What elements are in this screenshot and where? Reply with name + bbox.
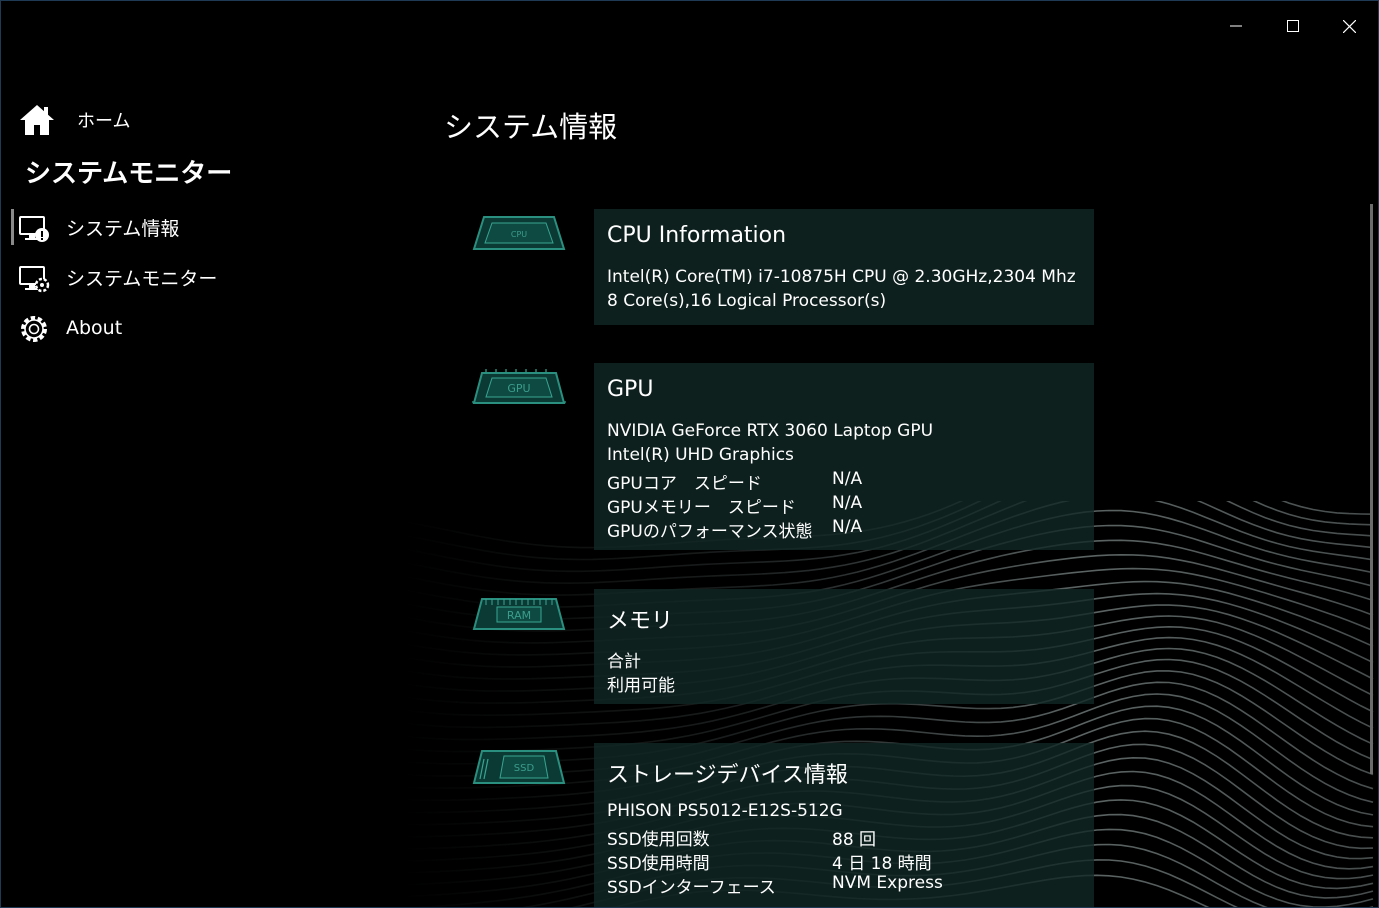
window-controls xyxy=(1207,1,1378,53)
gpu-card-title: GPU xyxy=(607,377,654,402)
nav-item-about[interactable]: About xyxy=(1,306,381,350)
close-icon xyxy=(1343,19,1356,33)
app-title: システムモニター xyxy=(25,159,233,189)
memory-info-card: メモリ 合計 利用可能 xyxy=(594,589,1094,704)
nav-item-system-monitor[interactable]: システムモニター xyxy=(1,255,381,299)
gear-icon xyxy=(21,316,47,342)
cpu-card-title: CPU Information xyxy=(607,223,787,248)
gpu-chip-label: GPU xyxy=(507,382,530,395)
ssd-chip-icon: SSD xyxy=(472,750,566,784)
home-icon xyxy=(20,105,54,135)
ssd-power-count-label: SSD使用回数 xyxy=(607,830,710,850)
cpu-cores: 8 Core(s),16 Logical Processor(s) xyxy=(607,291,887,311)
ram-chip-label: RAM xyxy=(507,609,531,622)
system-monitor-icon xyxy=(19,266,50,293)
minimize-button[interactable] xyxy=(1207,1,1264,51)
memory-total-label: 合計 xyxy=(607,652,641,672)
cpu-model: Intel(R) Core(TM) i7-10875H CPU @ 2.30GH… xyxy=(607,267,1076,287)
ssd-model: PHISON PS5012-E12S-512G xyxy=(607,801,843,821)
ssd-power-count-value: 88 回 xyxy=(832,830,877,850)
home-label: ホーム xyxy=(77,111,131,132)
gpu-memory-speed-value: N/A xyxy=(832,493,863,513)
close-button[interactable] xyxy=(1321,1,1378,51)
vertical-scrollbar[interactable] xyxy=(1370,204,1373,774)
storage-card-title: ストレージデバイス情報 xyxy=(607,763,848,788)
gpu-performance-state-value: N/A xyxy=(832,517,863,537)
ssd-usage-time-label: SSD使用時間 xyxy=(607,854,710,874)
gpu-performance-state-label: GPUのパフォーマンス状態 xyxy=(607,522,813,542)
maximize-button[interactable] xyxy=(1264,1,1321,51)
gpu-name-1: NVIDIA GeForce RTX 3060 Laptop GPU xyxy=(607,421,934,441)
selection-indicator xyxy=(11,209,14,245)
minimize-icon xyxy=(1229,25,1242,27)
nav-label-system-monitor: システムモニター xyxy=(66,267,218,290)
memory-card-title: メモリ xyxy=(607,609,674,634)
nav-label-system-info: システム情報 xyxy=(66,217,180,240)
maximize-icon xyxy=(1286,20,1299,32)
home-link[interactable]: ホーム xyxy=(19,104,130,136)
page-title: システム情報 xyxy=(444,110,618,144)
gpu-core-speed-value: N/A xyxy=(832,469,863,489)
nav-label-about: About xyxy=(66,317,123,339)
ssd-interface-label: SSDインターフェース xyxy=(607,878,776,898)
ssd-interface-value: NVM Express xyxy=(832,873,943,893)
gpu-core-speed-label: GPUコア スピード xyxy=(607,474,762,494)
cpu-chip-label: CPU xyxy=(511,230,527,239)
nav-item-system-info[interactable]: システム情報 xyxy=(1,205,381,249)
gpu-info-card: GPU NVIDIA GeForce RTX 3060 Laptop GPU I… xyxy=(594,363,1094,550)
gpu-chip-icon: GPU xyxy=(472,369,566,404)
gpu-name-2: Intel(R) UHD Graphics xyxy=(607,445,794,465)
app-window: ホーム システムモニター システム情報 システムモニター About システム情… xyxy=(0,0,1379,908)
cpu-chip-icon: CPU xyxy=(472,216,566,250)
ssd-usage-time-value: 4 日 18 時間 xyxy=(832,854,932,874)
ram-chip-icon: RAM xyxy=(472,598,566,630)
gpu-memory-speed-label: GPUメモリー スピード xyxy=(607,498,796,518)
storage-info-card: ストレージデバイス情報 PHISON PS5012-E12S-512G SSD使… xyxy=(594,743,1094,907)
system-info-icon xyxy=(19,216,49,242)
ssd-chip-label: SSD xyxy=(514,763,535,774)
cpu-info-card: CPU Information Intel(R) Core(TM) i7-108… xyxy=(594,209,1094,325)
memory-available-label: 利用可能 xyxy=(607,676,675,696)
